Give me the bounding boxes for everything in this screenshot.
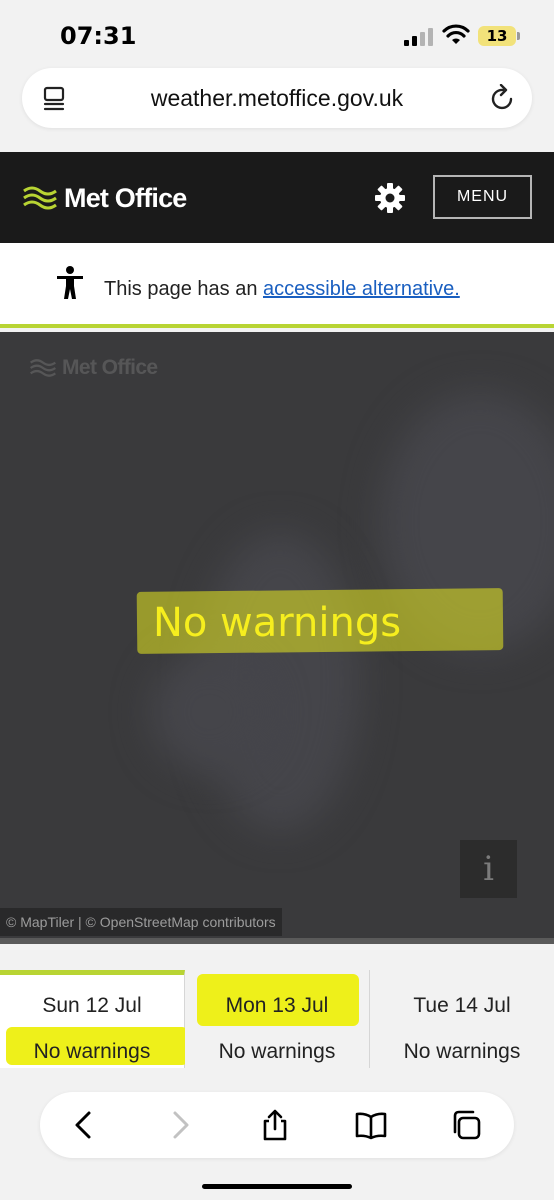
wifi-icon bbox=[442, 24, 470, 44]
accessibility-prefix: This page has an bbox=[104, 278, 263, 300]
met-office-logo[interactable]: Met Office bbox=[22, 182, 187, 214]
accessibility-text: This page has an accessible alternative. bbox=[104, 278, 460, 301]
map-watermark-text: Met Office bbox=[62, 356, 158, 379]
cellular-signal-icon bbox=[404, 28, 433, 46]
no-warnings-message: No warnings bbox=[152, 600, 402, 646]
menu-button[interactable]: MENU bbox=[433, 175, 532, 219]
back-icon[interactable] bbox=[68, 1109, 100, 1141]
browser-toolbar bbox=[40, 1092, 514, 1158]
accessibility-notice: This page has an accessible alternative. bbox=[0, 243, 554, 328]
tabs-icon[interactable] bbox=[450, 1109, 482, 1141]
site-header: Met Office MENU bbox=[0, 152, 554, 243]
accessibility-person-icon bbox=[57, 266, 83, 299]
address-bar[interactable]: weather.metoffice.gov.uk bbox=[22, 68, 532, 128]
map-info-button[interactable]: i bbox=[460, 840, 517, 898]
met-office-waves-icon bbox=[30, 359, 56, 377]
day-tab-tue[interactable]: Tue 14 Jul No warnings bbox=[370, 970, 554, 1068]
day-tab-mon[interactable]: Mon 13 Jul No warnings bbox=[185, 970, 370, 1068]
battery-indicator: 13 bbox=[478, 26, 516, 46]
home-indicator bbox=[202, 1184, 352, 1189]
map-watermark-logo: Met Office bbox=[28, 356, 158, 380]
day-date: Mon 13 Jul bbox=[225, 994, 329, 1017]
forward-icon[interactable] bbox=[164, 1109, 196, 1141]
battery-level: 13 bbox=[486, 27, 508, 45]
day-tabs: Sun 12 Jul No warnings Mon 13 Jul No war… bbox=[0, 970, 554, 1068]
accessible-alternative-link[interactable]: accessible alternative. bbox=[263, 278, 460, 300]
url-text[interactable]: weather.metoffice.gov.uk bbox=[22, 85, 532, 112]
map-attribution[interactable]: © MapTiler | © OpenStreetMap contributor… bbox=[0, 908, 282, 936]
status-bar: 07:31 13 bbox=[0, 0, 554, 66]
map-divider bbox=[0, 938, 554, 944]
share-icon[interactable] bbox=[259, 1109, 291, 1141]
day-status: No warnings bbox=[403, 1040, 521, 1063]
status-time: 07:31 bbox=[60, 22, 137, 50]
warnings-map[interactable]: Met Office No warnings i © MapTiler | © … bbox=[0, 332, 554, 944]
met-office-waves-icon bbox=[23, 186, 57, 210]
battery-tip bbox=[517, 32, 520, 40]
settings-gear-icon[interactable] bbox=[374, 182, 406, 214]
day-date: Sun 12 Jul bbox=[42, 994, 142, 1017]
day-status: No warnings bbox=[33, 1040, 151, 1063]
reload-icon[interactable] bbox=[490, 84, 516, 112]
bookmarks-icon[interactable] bbox=[355, 1109, 387, 1141]
map-land-shape bbox=[150, 652, 270, 772]
day-date: Tue 14 Jul bbox=[413, 994, 511, 1017]
day-status: No warnings bbox=[218, 1040, 336, 1063]
day-tab-sun[interactable]: Sun 12 Jul No warnings bbox=[0, 970, 188, 1068]
brand-name: Met Office bbox=[64, 182, 187, 213]
